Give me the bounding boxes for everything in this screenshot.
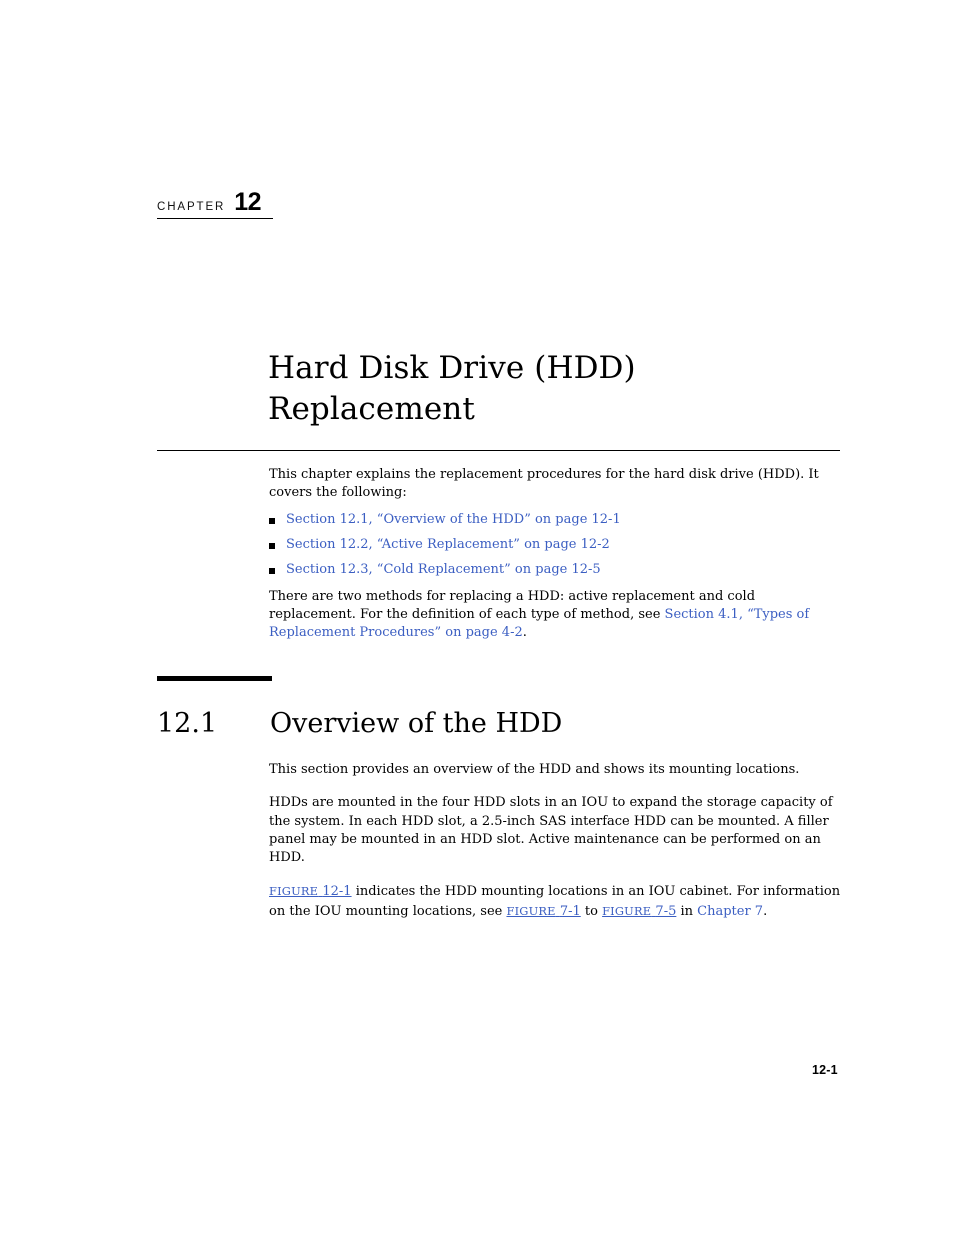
square-bullet-icon — [269, 517, 275, 524]
section-number: 12.1 — [157, 708, 218, 739]
square-bullet-icon — [269, 542, 275, 549]
list-item: Section 12.2, “Active Replacement” on pa… — [269, 536, 841, 554]
xref-link-section-12-1[interactable]: Section 12.1, “Overview of the HDD” on p… — [286, 512, 621, 527]
section-paragraph-1: This section provides an overview of the… — [269, 762, 800, 777]
figure-text-mid-3: in — [676, 903, 698, 919]
intro-paragraph: This chapter explains the replacement pr… — [269, 467, 819, 501]
title-divider — [157, 450, 840, 452]
square-bullet-icon — [269, 567, 275, 574]
methods-text-post: . — [522, 625, 527, 641]
figure-number: 7-1 — [559, 903, 581, 919]
page-title: Hard Disk Drive (HDD) Replacement — [268, 349, 636, 427]
section-title: Overview of the HDD — [270, 708, 563, 739]
xref-link-section-12-3[interactable]: Section 12.3, “Cold Replacement” on page… — [286, 562, 601, 577]
figure-word: FIGURE — [602, 903, 652, 918]
xref-link-figure-12-1[interactable]: FIGURE 12-1 — [269, 884, 352, 899]
xref-link-chapter-7[interactable]: Chapter 7 — [697, 904, 763, 919]
figure-text-end: . — [763, 903, 768, 919]
figure-reference-paragraph: FIGURE 12-1 indicates the HDD mounting l… — [269, 882, 844, 921]
figure-word: FIGURE — [269, 884, 319, 899]
chapter-label-row: CHAPTER 12 — [157, 190, 273, 219]
chapter-word: CHAPTER — [157, 201, 226, 213]
methods-paragraph: There are two methods for replacing a HD… — [269, 588, 841, 643]
figure-word: FIGURE — [506, 903, 556, 918]
xref-link-section-12-2[interactable]: Section 12.2, “Active Replacement” on pa… — [286, 537, 610, 552]
figure-number: 12-1 — [322, 884, 352, 900]
list-item: Section 12.3, “Cold Replacement” on page… — [269, 561, 841, 579]
figure-number: 7-5 — [655, 903, 677, 919]
section-paragraph-2: HDDs are mounted in the four HDD slots i… — [269, 795, 833, 866]
xref-link-figure-7-5[interactable]: FIGURE 7-5 — [602, 904, 676, 919]
chapter-contents-list: Section 12.1, “Overview of the HDD” on p… — [269, 511, 841, 579]
intro-body: This chapter explains the replacement pr… — [269, 466, 841, 654]
xref-link-figure-7-1[interactable]: FIGURE 7-1 — [506, 904, 580, 919]
list-item: Section 12.1, “Overview of the HDD” on p… — [269, 511, 841, 529]
section-heading: 12.1 Overview of the HDD — [157, 707, 857, 741]
section-divider — [157, 676, 272, 681]
figure-text-mid-2: to — [580, 903, 603, 919]
chapter-label-block: CHAPTER 12 — [157, 190, 287, 219]
document-page: CHAPTER 12 Hard Disk Drive (HDD) Replace… — [0, 0, 954, 1235]
footer-page-number: 12-1 — [812, 1063, 838, 1077]
chapter-number: 12 — [234, 188, 262, 216]
section-body: This section provides an overview of the… — [269, 761, 844, 936]
